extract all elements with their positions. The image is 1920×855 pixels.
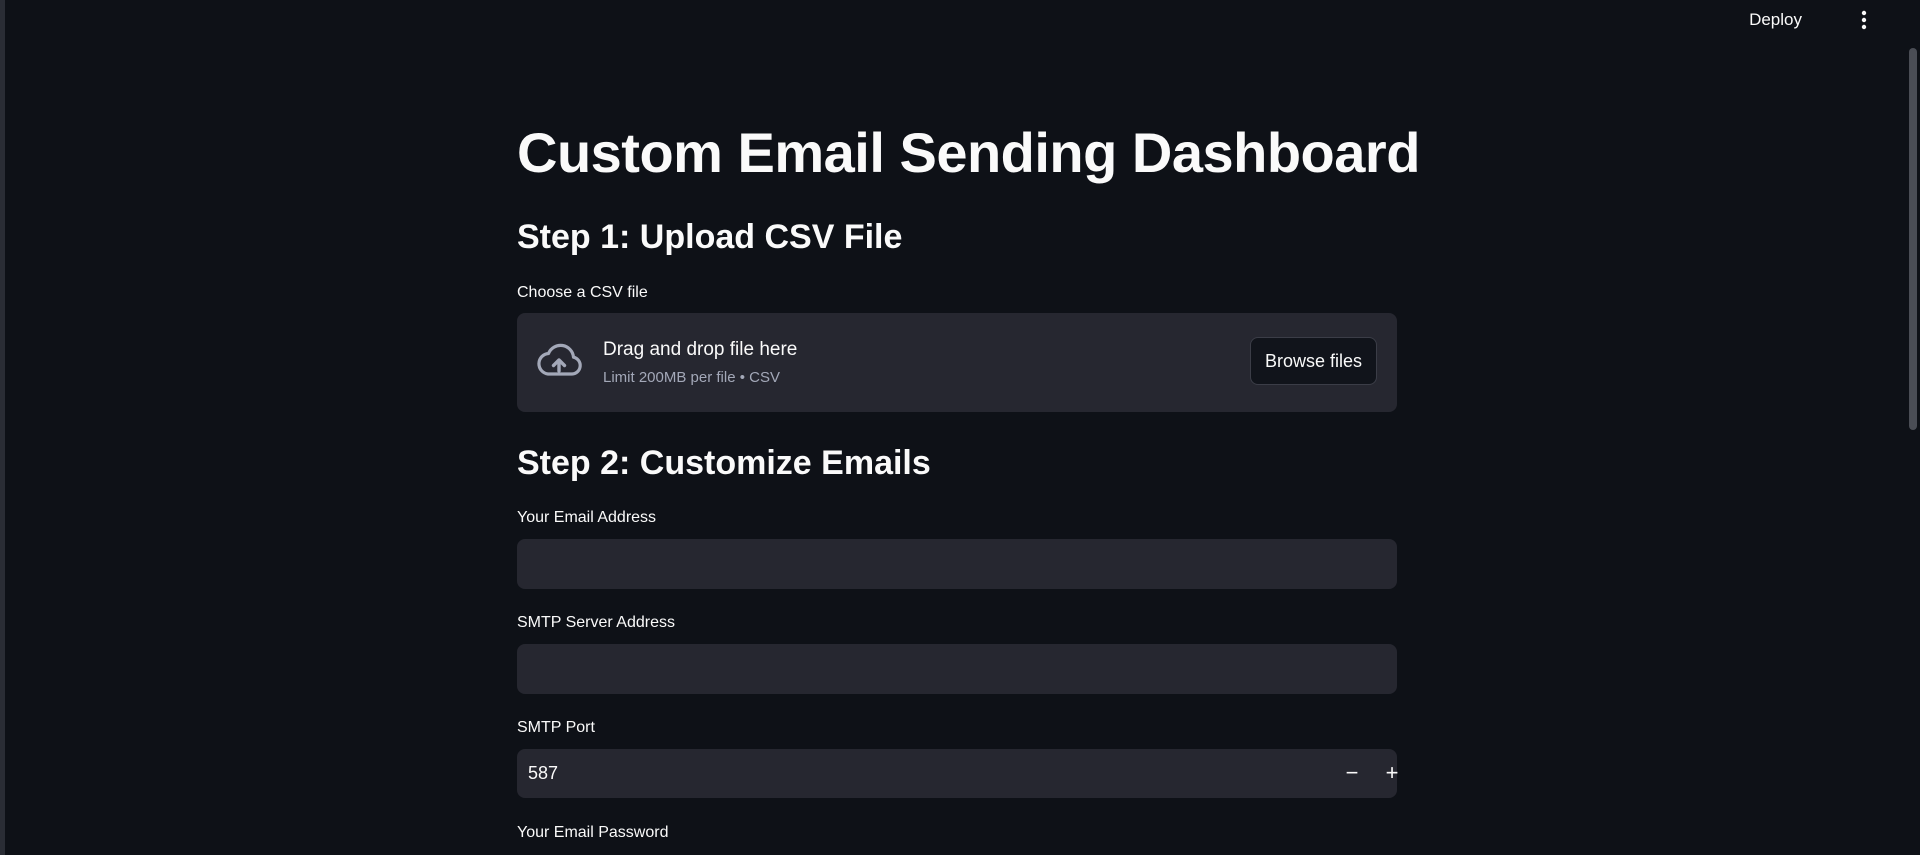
kebab-menu-icon[interactable] [1850,6,1878,34]
page-scrollbar[interactable] [1906,0,1920,855]
csv-uploader-label: Choose a CSV file [517,284,648,301]
browse-files-button[interactable]: Browse files [1249,337,1377,385]
step2-heading: Step 2: Customize Emails [517,444,931,482]
csv-file-dropzone[interactable]: Drag and drop file here Limit 200MB per … [517,313,1397,412]
cloud-upload-icon [537,343,582,376]
dropzone-instructions: Drag and drop file here [603,339,798,360]
smtp-port-label: SMTP Port [517,719,595,736]
smtp-server-input[interactable] [517,644,1397,694]
email-password-label: Your Email Password [517,824,669,841]
deploy-button[interactable]: Deploy [1739,6,1812,34]
smtp-port-stepper: − + [517,749,1398,798]
top-toolbar: Deploy [0,0,1920,40]
smtp-server-label: SMTP Server Address [517,614,675,631]
email-address-label: Your Email Address [517,509,657,526]
dropzone-file-limit: Limit 200MB per file • CSV [603,369,780,386]
smtp-port-input[interactable] [517,749,1297,798]
increment-button[interactable]: + [1376,758,1408,790]
decrement-button[interactable]: − [1336,758,1368,790]
step1-heading: Step 1: Upload CSV File [517,218,903,256]
email-address-input[interactable] [517,539,1397,589]
window-left-edge [0,0,5,855]
scrollbar-thumb[interactable] [1909,48,1917,430]
page-title: Custom Email Sending Dashboard [517,121,1420,184]
